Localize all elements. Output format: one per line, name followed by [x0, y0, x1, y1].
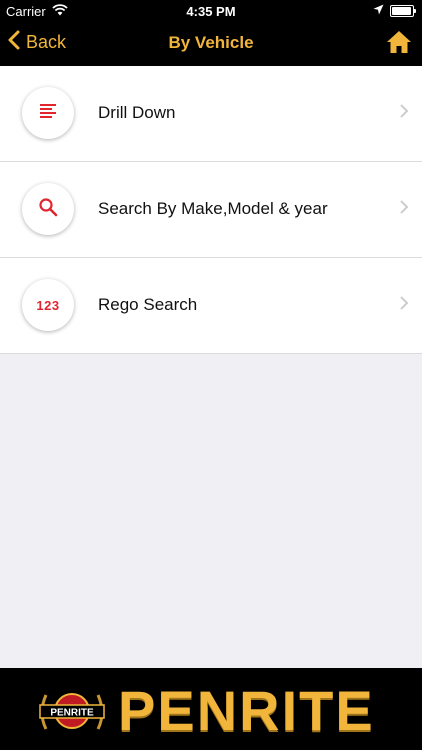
chevron-right-icon — [400, 200, 409, 219]
menu-list: Drill Down Search By Make,Model & year 1… — [0, 66, 422, 354]
menu-item-search-make-model-year[interactable]: Search By Make,Model & year — [0, 162, 422, 258]
battery-icon — [390, 4, 416, 17]
location-arrow-icon — [373, 3, 384, 18]
menu-icon-circle: 123 — [22, 279, 74, 331]
chevron-right-icon — [400, 296, 409, 315]
menu-item-drill-down[interactable]: Drill Down — [0, 66, 422, 162]
chevron-right-icon — [400, 104, 409, 123]
menu-item-label: Search By Make,Model & year — [98, 199, 328, 218]
menu-item-rego-search[interactable]: 123 Rego Search — [0, 258, 422, 354]
navigation-bar: Back By Vehicle — [0, 22, 422, 66]
badge-text: PENRITE — [50, 708, 94, 719]
list-icon — [39, 103, 57, 124]
search-icon — [38, 197, 58, 222]
status-time: 4:35 PM — [186, 4, 236, 19]
menu-item-label: Drill Down — [98, 103, 176, 122]
home-button[interactable] — [386, 30, 412, 59]
status-bar: Carrier 4:35 PM — [0, 0, 422, 22]
numbers-icon: 123 — [36, 297, 60, 313]
home-icon — [386, 31, 412, 58]
penrite-logo-badge: PENRITE — [36, 683, 108, 739]
menu-icon-circle — [22, 87, 74, 139]
penrite-wordmark: PENRITE — [118, 679, 375, 742]
page-title: By Vehicle — [168, 33, 254, 52]
menu-item-label: Rego Search — [98, 295, 198, 314]
menu-icon-circle — [22, 183, 74, 235]
status-right — [373, 3, 416, 18]
footer-banner: PENRITE PENRITE — [0, 668, 422, 750]
